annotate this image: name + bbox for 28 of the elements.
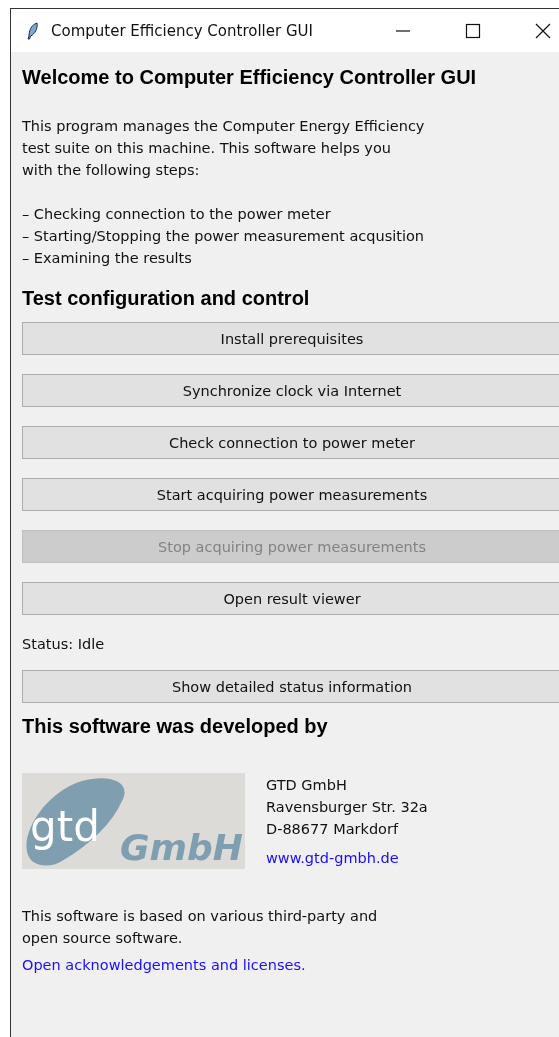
company-logo: gtd GmbH: [22, 773, 245, 869]
action-button[interactable]: Open result viewer: [22, 582, 559, 615]
welcome-heading: Welcome to Computer Efficiency Controller GUI: [22, 65, 478, 89]
step-item: – Examining the results: [22, 249, 193, 268]
step-item: – Checking connection to the power meter: [22, 205, 332, 224]
section-heading: Test configuration and control: [22, 286, 311, 310]
notice-text: This software is based on various third-party and: [22, 907, 379, 926]
address-text: D-88677 Markdorf: [266, 820, 400, 839]
step-item: – Starting/Stopping the power measurement acqusition: [22, 227, 425, 246]
intro-text: with the following steps:: [22, 161, 201, 180]
licenses-link[interactable]: Open acknowledgements and licenses.: [22, 954, 306, 976]
intro-text: This program manages the Computer Energy Efficiency: [22, 117, 426, 136]
action-button[interactable]: Install prerequisites: [22, 322, 559, 355]
intro-text: test suite on this machine. This software helps you: [22, 139, 392, 158]
action-button[interactable]: Check connection to power meter: [22, 426, 559, 459]
action-button[interactable]: Start acquiring power measurements: [22, 478, 559, 511]
window-title: Computer Efficiency Controller GUI: [51, 21, 313, 40]
maximize-icon[interactable]: [465, 22, 481, 39]
details-button[interactable]: Show detailed status information: [22, 670, 559, 703]
status-text: Status: Idle: [22, 636, 106, 652]
address-text: GTD GmbH: [266, 776, 348, 795]
developer-heading: This software was developed by: [22, 714, 329, 738]
action-button[interactable]: Synchronize clock via Internet: [22, 374, 559, 407]
feather-icon: [27, 21, 39, 40]
close-icon[interactable]: [535, 22, 551, 39]
address-text: Ravensburger Str. 32a: [266, 798, 428, 817]
website-link[interactable]: www.gtd-gmbh.de: [266, 847, 399, 869]
notice-text: open source software.: [22, 929, 184, 948]
